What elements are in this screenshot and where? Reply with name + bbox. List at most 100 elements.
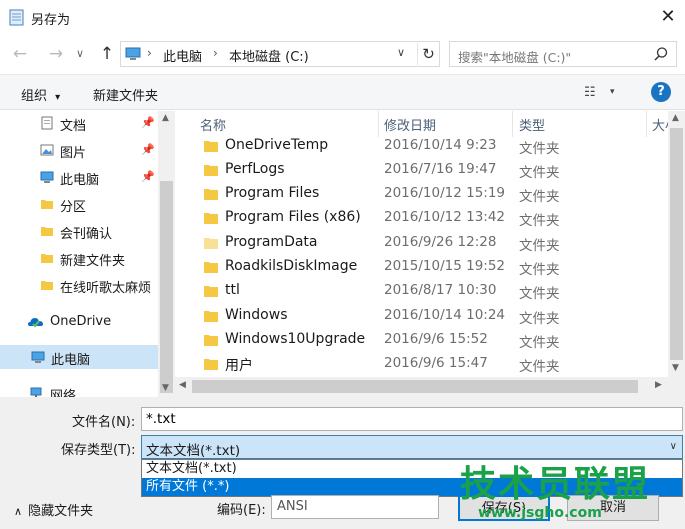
file-list-horizontal-scrollbar[interactable]: ◀ ▶ — [175, 377, 685, 397]
scroll-down-icon[interactable]: ▼ — [162, 383, 169, 393]
folder-icon — [204, 238, 218, 249]
sidebar-scrollbar[interactable]: ▲ ▼ — [158, 111, 175, 397]
filename-input[interactable] — [141, 407, 683, 431]
sidebar-item-label: 会刊确认 — [60, 227, 113, 242]
file-date: 2015/10/15 19:52 — [384, 258, 506, 274]
title-bar: 另存为 ✕ — [0, 0, 685, 34]
file-row[interactable]: Program Files 2016/10/12 15:19 文件夹 — [175, 182, 668, 206]
close-button[interactable]: ✕ — [651, 0, 685, 34]
scrollbar-thumb[interactable] — [670, 128, 683, 360]
file-row[interactable]: RoadkilsDiskImage 2015/10/15 19:52 文件夹 — [175, 255, 668, 279]
notepad-icon — [9, 9, 24, 26]
filetype-select[interactable]: 文本文档(*.txt) ∨ — [141, 435, 683, 459]
sidebar-item-label: 在线听歌太麻烦 — [60, 281, 152, 296]
file-row[interactable]: Windows 2016/10/14 10:24 文件夹 — [175, 304, 668, 328]
folder-icon — [204, 335, 218, 346]
sidebar-item-partition[interactable]: 分区 — [0, 192, 158, 216]
file-name: 用户 — [225, 358, 253, 374]
file-type: 文件夹 — [519, 213, 560, 229]
pin-icon: 📌 — [141, 170, 155, 183]
up-button[interactable]: ↑ — [95, 42, 119, 66]
filetype-option-all[interactable]: 所有文件 (*.*) — [142, 478, 682, 496]
network-icon — [30, 387, 42, 397]
chevron-down-icon[interactable]: ∨ — [670, 441, 677, 452]
sidebar-item-label: 此电脑 — [51, 353, 91, 368]
sidebar-item-new-folder[interactable]: 新建文件夹 — [0, 246, 158, 270]
sidebar-item-online-music[interactable]: 在线听歌太麻烦 — [0, 273, 158, 297]
encoding-select[interactable]: ANSI — [271, 495, 439, 519]
sidebar-item-pictures[interactable]: 图片 📌 — [0, 138, 158, 162]
column-header-type[interactable]: 类型 — [519, 115, 545, 134]
picture-icon — [40, 144, 54, 156]
view-caret-icon[interactable]: ▾ — [610, 87, 615, 97]
pin-icon: 📌 — [141, 143, 155, 156]
sidebar-item-journal-confirm[interactable]: 会刊确认 — [0, 219, 158, 243]
file-row[interactable]: ProgramData 2016/9/26 12:28 文件夹 — [175, 231, 668, 255]
hide-folders-toggle[interactable]: ∧ 隐藏文件夹 — [14, 500, 93, 519]
sidebar-item-onedrive[interactable]: OneDrive — [0, 310, 158, 334]
cancel-button[interactable]: 取消 — [567, 495, 659, 521]
folder-icon — [41, 281, 53, 290]
filetype-label: 保存类型(T): — [61, 443, 136, 458]
new-folder-button[interactable]: 新建文件夹 — [93, 85, 158, 104]
column-header-date[interactable]: 修改日期 — [384, 115, 436, 134]
folder-icon — [204, 311, 218, 322]
file-date: 2016/10/12 15:19 — [384, 185, 506, 201]
scroll-up-icon[interactable]: ▲ — [672, 113, 679, 123]
file-date: 2016/7/16 19:47 — [384, 161, 497, 177]
file-name: Windows10Upgrade — [225, 331, 366, 347]
file-type: 文件夹 — [519, 286, 560, 302]
chevron-up-icon: ∧ — [14, 505, 23, 518]
forward-button[interactable]: → — [44, 42, 68, 66]
hide-folders-label: 隐藏文件夹 — [28, 504, 94, 519]
refresh-button[interactable]: ↻ — [417, 43, 439, 65]
filetype-option-txt[interactable]: 文本文档(*.txt) — [142, 460, 682, 478]
address-bar[interactable]: › 此电脑 › 本地磁盘 (C:) ∨ ↻ — [120, 41, 440, 67]
sidebar-item-network[interactable]: 网络 — [0, 381, 158, 397]
column-header-size[interactable]: 大小 — [652, 115, 668, 134]
sidebar-item-this-pc[interactable]: 此电脑 — [0, 345, 158, 369]
sidebar-item-label: OneDrive — [50, 314, 112, 329]
sidebar-item-this-pc-quick[interactable]: 此电脑 📌 — [0, 165, 158, 189]
file-row[interactable]: OneDriveTemp 2016/10/14 9:23 文件夹 — [175, 134, 668, 158]
scroll-left-icon[interactable]: ◀ — [179, 380, 186, 390]
file-date: 2016/10/12 13:42 — [384, 209, 506, 225]
scrollbar-thumb[interactable] — [192, 380, 638, 393]
file-row[interactable]: PerfLogs 2016/7/16 19:47 文件夹 — [175, 158, 668, 182]
navigation-pane: 文档 📌 图片 📌 此电脑 📌 分区 会刊确认 新建文件夹 在线听歌太麻烦 On… — [0, 111, 174, 397]
file-name: PerfLogs — [225, 161, 285, 177]
organize-button[interactable]: 组织 ▾ — [21, 85, 60, 104]
file-row[interactable]: Windows10Upgrade 2016/9/6 15:52 文件夹 — [175, 328, 668, 352]
search-box[interactable]: 搜索"本地磁盘 (C:)" — [449, 41, 677, 67]
breadcrumb-this-pc[interactable]: 此电脑 — [163, 46, 202, 65]
sidebar-item-documents[interactable]: 文档 📌 — [0, 111, 158, 135]
scroll-down-icon[interactable]: ▼ — [672, 363, 679, 373]
file-row[interactable]: ttl 2016/8/17 10:30 文件夹 — [175, 279, 668, 303]
file-row[interactable]: Program Files (x86) 2016/10/12 13:42 文件夹 — [175, 206, 668, 230]
file-list-vertical-scrollbar[interactable]: ▲ ▼ — [668, 111, 685, 377]
file-row[interactable]: 用户 2016/9/6 15:47 文件夹 — [175, 352, 668, 376]
column-header-name[interactable]: 名称 — [200, 115, 226, 134]
scroll-right-icon[interactable]: ▶ — [655, 380, 662, 390]
file-date: 2016/10/14 9:23 — [384, 137, 497, 153]
recent-locations-button[interactable]: ∨ — [72, 42, 88, 66]
file-name: OneDriveTemp — [225, 137, 329, 153]
crumb-separator: › — [213, 46, 218, 60]
file-date: 2016/9/6 15:52 — [384, 331, 488, 347]
scroll-up-icon[interactable]: ▲ — [162, 113, 169, 123]
breadcrumb-local-disk[interactable]: 本地磁盘 (C:) — [229, 46, 309, 65]
file-name: ProgramData — [225, 234, 318, 250]
command-toolbar: 组织 ▾ 新建文件夹 ☷ ▾ ? — [0, 74, 685, 110]
view-options-icon[interactable]: ☷ — [584, 85, 596, 100]
folder-icon — [204, 165, 218, 176]
address-dropdown-icon[interactable]: ∨ — [397, 46, 405, 59]
scrollbar-thumb[interactable] — [160, 181, 173, 393]
save-button[interactable]: 保存(S) — [458, 495, 550, 521]
pin-icon: 📌 — [141, 116, 155, 129]
sidebar-item-label: 图片 — [60, 146, 87, 161]
file-type: 文件夹 — [519, 335, 560, 351]
folder-icon — [41, 254, 53, 263]
back-button[interactable]: ← — [8, 42, 32, 66]
window-title: 另存为 — [31, 13, 71, 28]
help-button[interactable]: ? — [651, 82, 671, 102]
